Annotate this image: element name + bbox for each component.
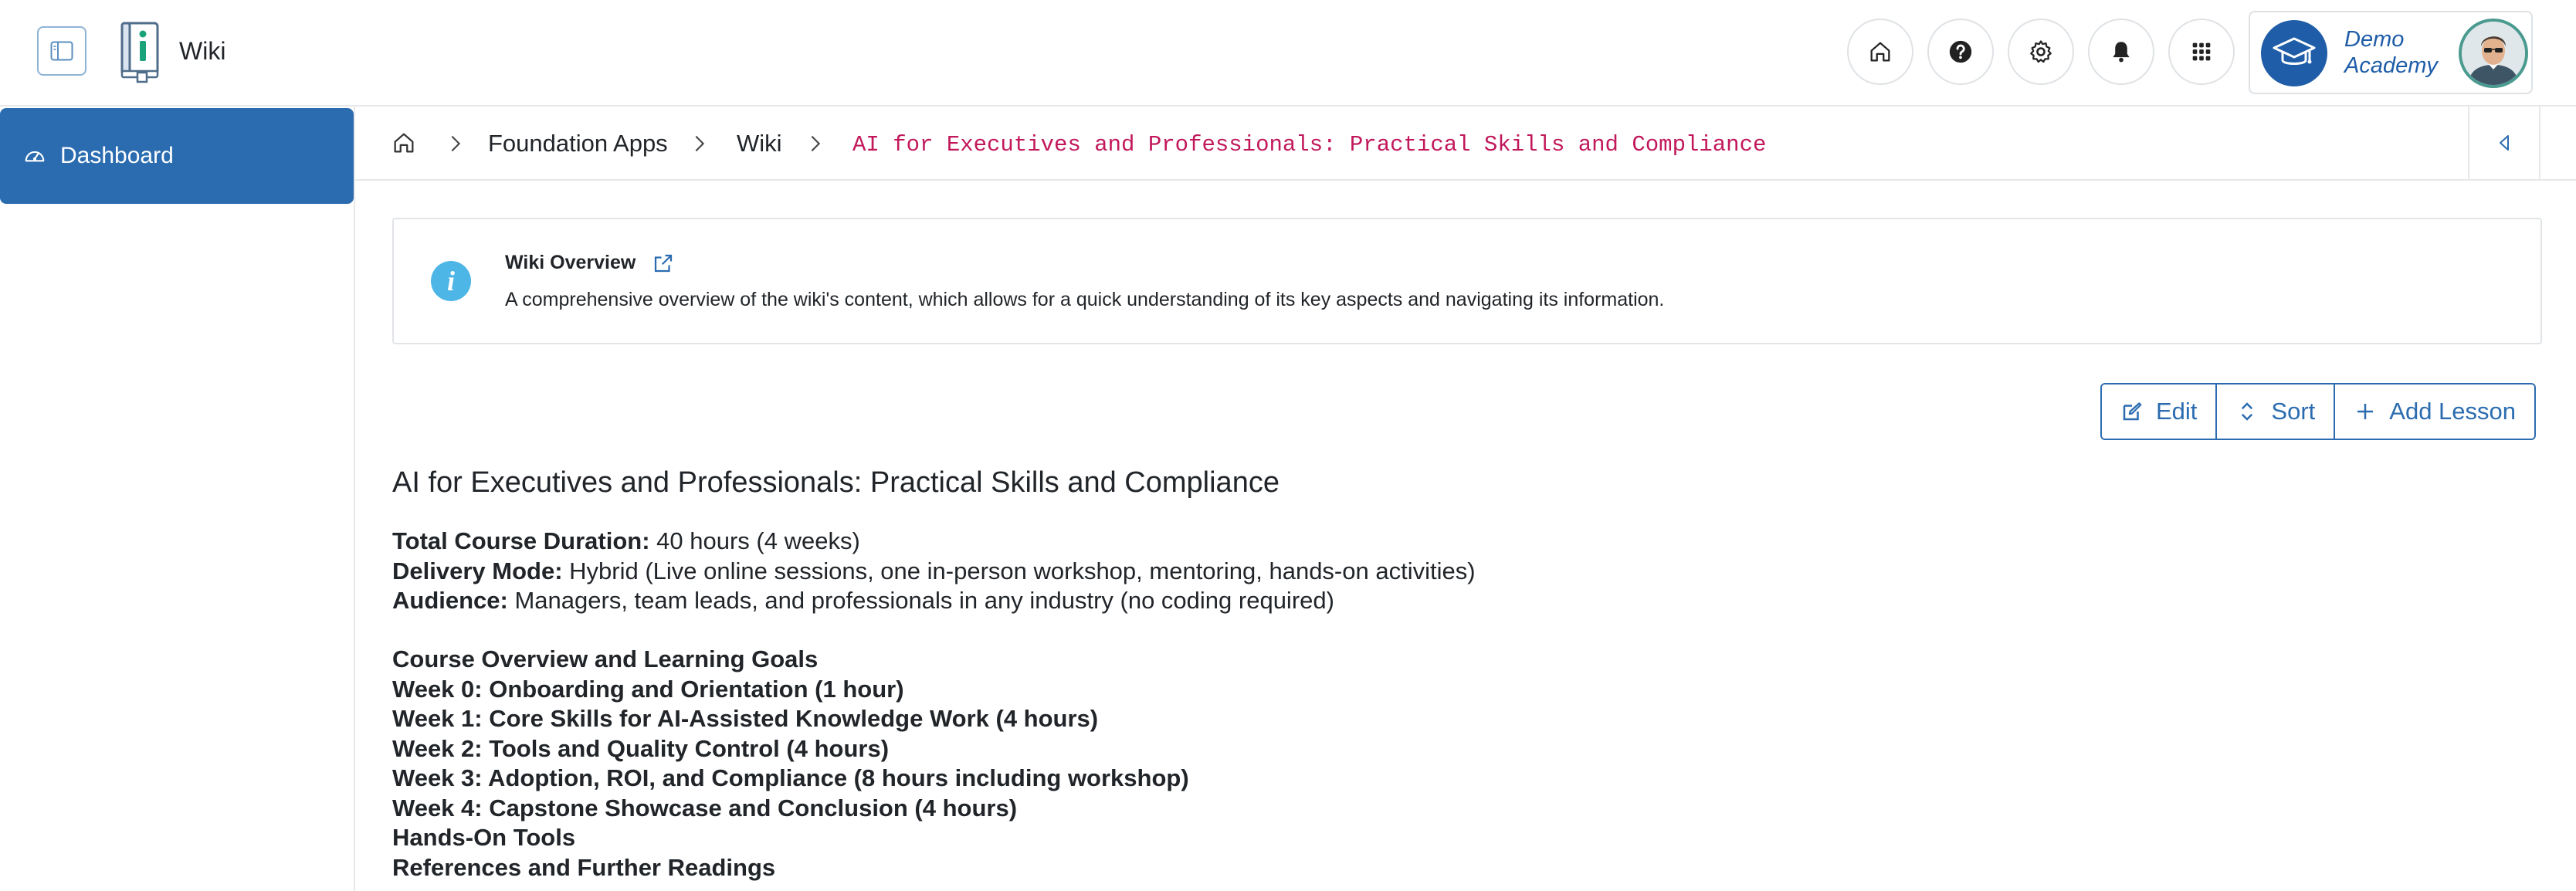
sort-icon (2242, 402, 2253, 421)
org-name: Demo Academy (2344, 27, 2438, 78)
collapse-panel-button[interactable] (2468, 107, 2540, 179)
meta-audience: Audience: Managers, team leads, and prof… (392, 586, 1476, 616)
outline-item[interactable]: Week 2: Tools and Quality Control (4 hou… (392, 734, 1189, 764)
add-lesson-label: Add Lesson (2389, 398, 2517, 425)
notifications-button[interactable] (2088, 19, 2154, 85)
user-avatar[interactable] (2459, 19, 2528, 88)
caret-left-icon (2500, 135, 2509, 151)
outline-item[interactable]: Week 0: Onboarding and Orientation (1 ho… (392, 675, 1189, 705)
edit-icon (2123, 402, 2142, 421)
app-title: Wiki (179, 37, 226, 65)
meta-audience-label: Audience: (392, 587, 508, 614)
outline-item[interactable]: References and Further Readings (392, 853, 1189, 883)
sort-label: Sort (2271, 398, 2316, 425)
wiki-page-title: AI for Executives and Professionals: Pra… (392, 466, 1280, 499)
organization-switcher[interactable]: Demo Academy (2249, 11, 2533, 94)
org-logo (2261, 20, 2327, 86)
plus-icon (2357, 404, 2374, 419)
help-button[interactable] (1927, 19, 1994, 85)
chevron-right-icon (811, 135, 821, 152)
top-header: Wiki Demo Academy (0, 0, 2576, 107)
add-lesson-button[interactable]: Add Lesson (2334, 385, 2535, 439)
course-outline: Course Overview and Learning Goals Week … (392, 645, 1189, 883)
sidebar-toggle-button[interactable] (37, 26, 86, 76)
outline-item[interactable]: Course Overview and Learning Goals (392, 645, 1189, 675)
bell-icon (2113, 42, 2130, 63)
wiki-overview-card: i Wiki Overview A comprehensive overview… (392, 218, 2542, 344)
sort-button[interactable]: Sort (2215, 385, 2334, 439)
breadcrumb-item-foundation-apps[interactable]: Foundation Apps (488, 128, 668, 159)
chevron-right-icon (695, 135, 705, 152)
apps-button[interactable] (2168, 19, 2235, 85)
edit-button[interactable]: Edit (2102, 385, 2216, 439)
meta-duration: Total Course Duration: 40 hours (4 weeks… (392, 527, 1476, 557)
chevron-right-icon (451, 135, 461, 152)
outline-item[interactable]: Week 1: Core Skills for AI-Assisted Know… (392, 704, 1189, 734)
meta-delivery-value: Hybrid (Live online sessions, one in-per… (562, 557, 1476, 584)
meta-delivery-mode: Delivery Mode: Hybrid (Live online sessi… (392, 557, 1476, 587)
settings-button[interactable] (2008, 19, 2074, 85)
info-icon: i (431, 261, 471, 301)
sidebar-item-dashboard[interactable]: Dashboard (0, 108, 354, 204)
wiki-book-icon (120, 22, 159, 83)
outline-item[interactable]: Week 4: Capstone Showcase and Conclusion… (392, 794, 1189, 824)
info-description: A comprehensive overview of the wiki's c… (505, 289, 1665, 310)
home-button[interactable] (1847, 19, 1913, 85)
home-icon (1870, 42, 1890, 62)
meta-duration-label: Total Course Duration: (392, 527, 650, 554)
sidebar-toggle-icon (50, 41, 73, 61)
outline-item[interactable]: Hands-On Tools (392, 823, 1189, 853)
help-icon (1949, 40, 1972, 63)
meta-duration-value: 40 hours (4 weeks) (649, 527, 860, 554)
user-avatar-image (2462, 22, 2525, 85)
edit-label: Edit (2156, 398, 2198, 425)
dashboard-gauge-icon (25, 151, 45, 162)
outline-item[interactable]: Week 3: Adoption, ROI, and Compliance (8… (392, 764, 1189, 794)
meta-delivery-label: Delivery Mode: (392, 557, 563, 584)
home-icon[interactable] (391, 130, 417, 156)
meta-audience-value: Managers, team leads, and professionals … (507, 587, 1334, 614)
external-link-icon[interactable] (652, 252, 675, 275)
sidebar-item-label: Dashboard (60, 143, 174, 168)
info-title: Wiki Overview (505, 252, 636, 273)
breadcrumb: Foundation Apps Wiki AI for Executives a… (355, 107, 2576, 181)
graduation-cap-icon (2273, 37, 2316, 65)
sidebar: Dashboard (0, 107, 355, 891)
breadcrumb-item-wiki[interactable]: Wiki (737, 128, 782, 159)
gear-icon (2030, 40, 2052, 63)
lesson-action-group: Edit Sort Add Lesson (2100, 383, 2537, 440)
grid-icon (2192, 42, 2211, 61)
course-meta: Total Course Duration: 40 hours (4 weeks… (392, 527, 1476, 616)
breadcrumb-current: AI for Executives and Professionals: Pra… (852, 132, 1767, 158)
